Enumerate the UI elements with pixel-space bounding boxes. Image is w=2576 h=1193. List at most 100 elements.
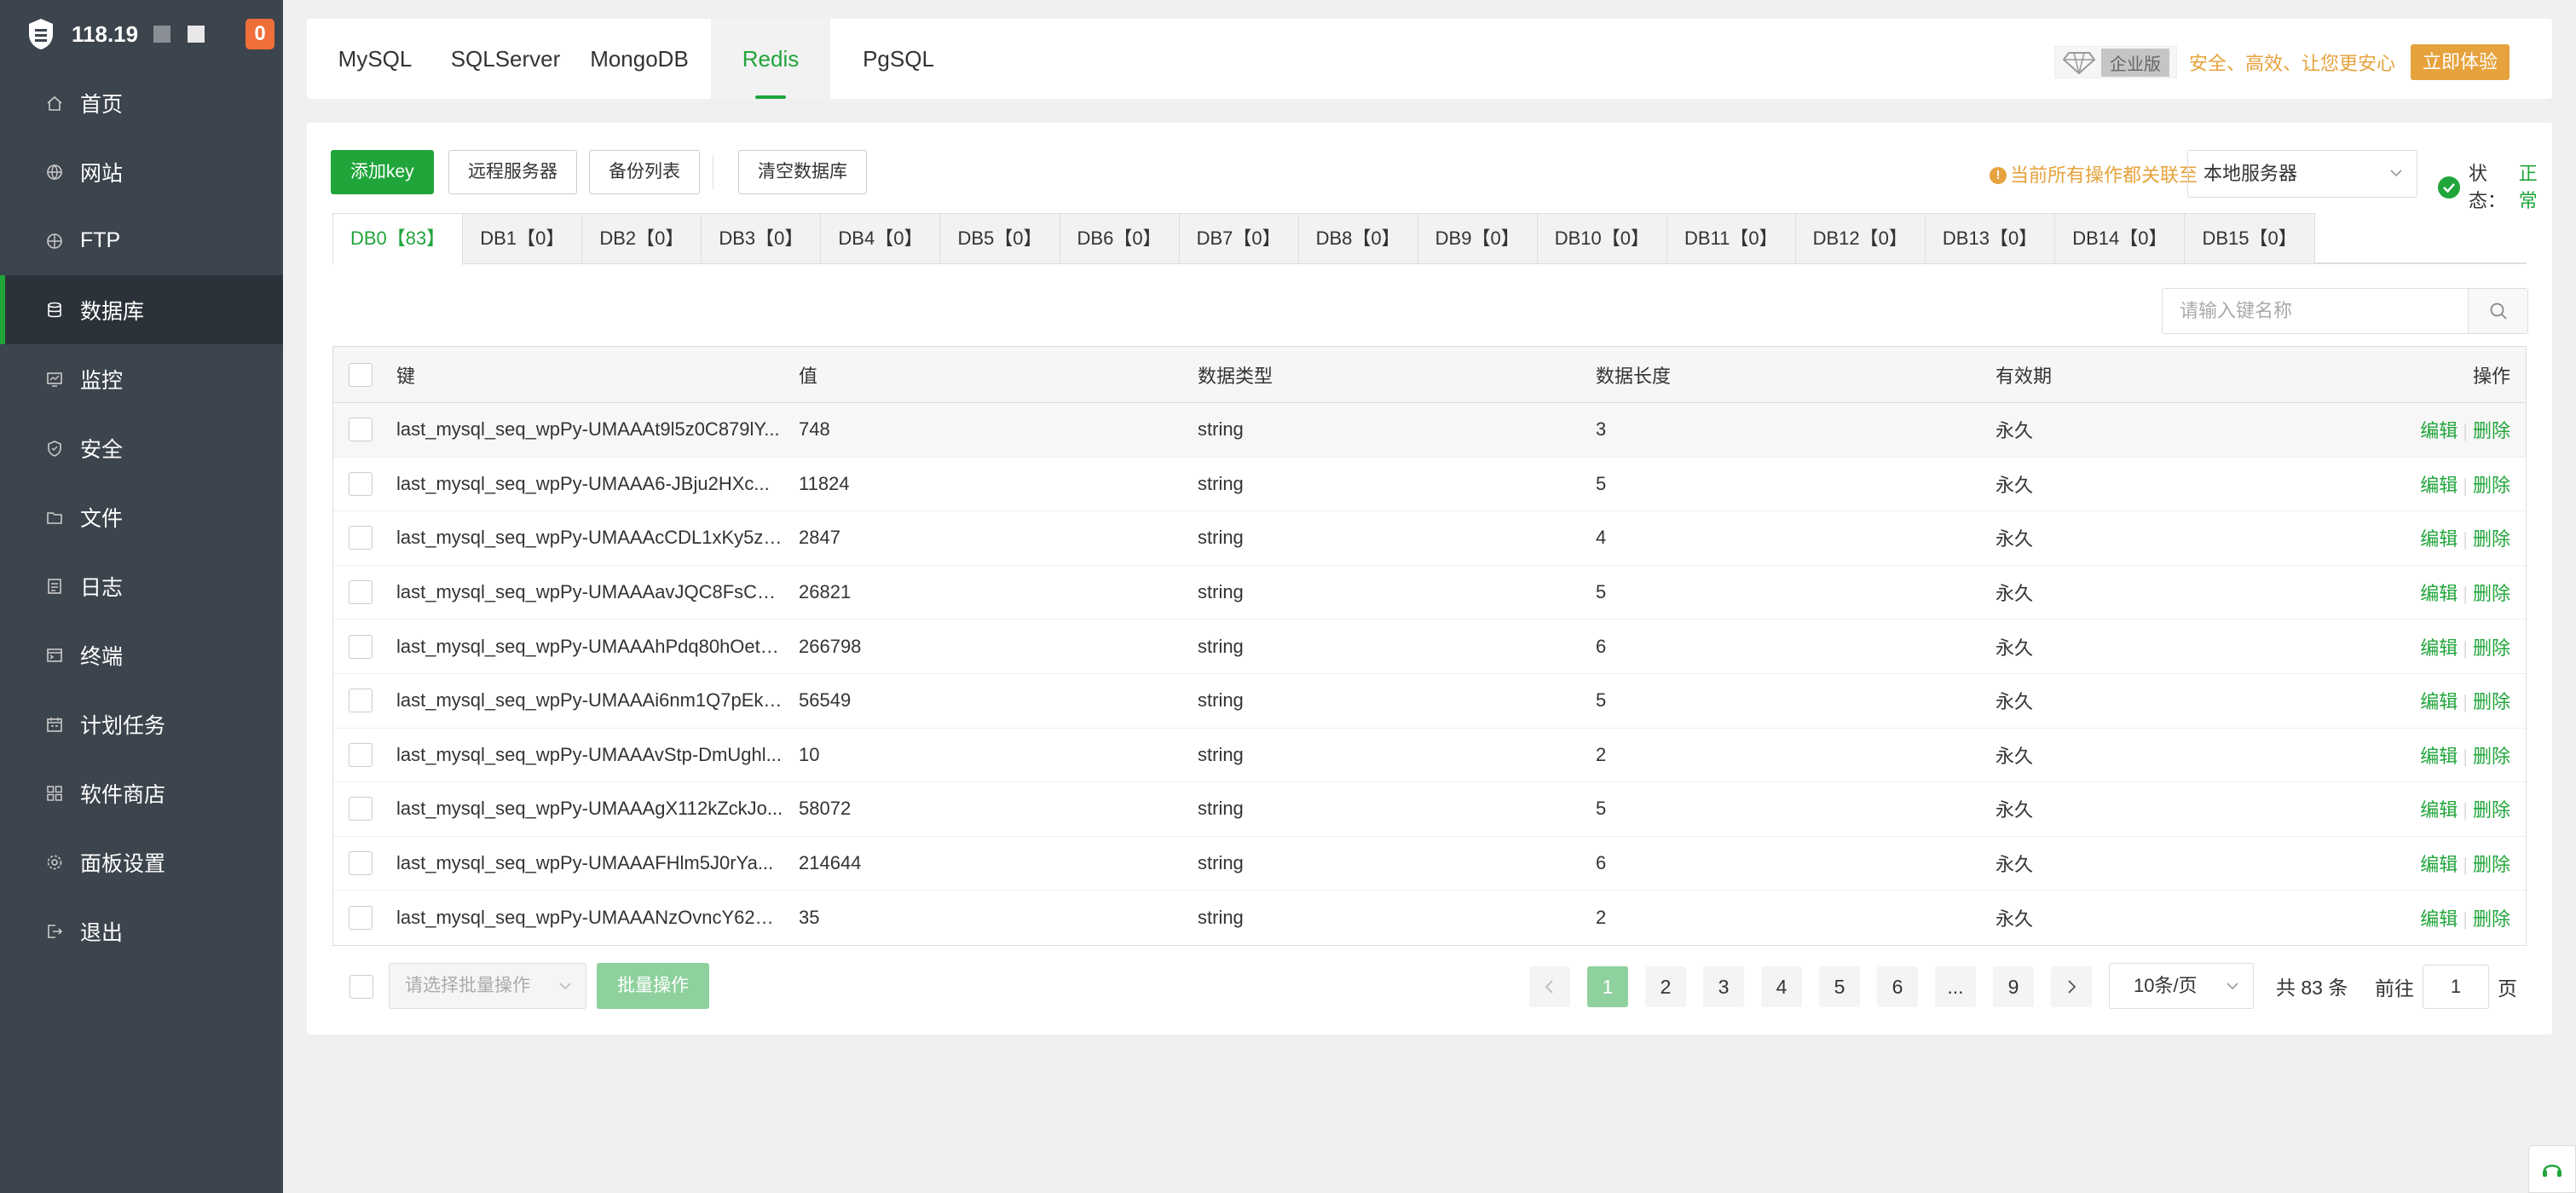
status-label: 状态： [2469, 163, 2507, 211]
tab-db0[interactable]: DB0【83】 [332, 213, 464, 266]
key-search [2162, 288, 2528, 334]
page-button[interactable]: 3 [1703, 966, 1744, 1007]
tab-db7[interactable]: DB7【0】 [1179, 213, 1299, 264]
goto-page-input[interactable] [2423, 965, 2489, 1009]
tab-mysql[interactable]: MySQL [307, 19, 443, 99]
page-button[interactable]: 2 [1645, 966, 1686, 1007]
tab-db10[interactable]: DB10【0】 [1537, 213, 1667, 264]
edit-link[interactable]: 编辑 [2420, 583, 2458, 604]
row-checkbox[interactable] [349, 742, 373, 767]
try-enterprise-button[interactable]: 立即体验 [2410, 44, 2510, 80]
delete-link[interactable]: 删除 [2473, 854, 2510, 875]
diamond-icon [2062, 52, 2096, 75]
tab-db4[interactable]: DB4【0】 [821, 213, 941, 264]
sidebar-item-7[interactable]: 日志 [0, 551, 283, 620]
tab-db14[interactable]: DB14【0】 [2055, 213, 2186, 264]
tab-db8[interactable]: DB8【0】 [1298, 213, 1418, 264]
tab-db6[interactable]: DB6【0】 [1060, 213, 1180, 264]
sidebar-item-12[interactable]: 退出 [0, 896, 283, 965]
next-page-button[interactable] [2051, 966, 2092, 1007]
sidebar-item-2[interactable]: FTP [0, 206, 283, 275]
edit-link[interactable]: 编辑 [2420, 691, 2458, 712]
edit-link[interactable]: 编辑 [2420, 420, 2458, 441]
sidebar-item-label: 数据库 [80, 299, 145, 324]
row-checkbox[interactable] [349, 906, 373, 931]
sidebar-item-8[interactable]: 终端 [0, 620, 283, 689]
clear-database-button[interactable]: 清空数据库 [738, 150, 867, 194]
sidebar-item-3[interactable]: 数据库 [0, 275, 283, 344]
delete-link[interactable]: 删除 [2473, 746, 2510, 767]
page-ellipsis[interactable]: ... [1935, 966, 1976, 1007]
edit-link[interactable]: 编辑 [2420, 854, 2458, 875]
select-all-checkbox[interactable] [349, 362, 373, 387]
row-checkbox[interactable] [349, 526, 373, 550]
page-button[interactable]: 4 [1761, 966, 1802, 1007]
status-value: 正常 [2518, 163, 2538, 211]
delete-link[interactable]: 删除 [2473, 528, 2510, 550]
delete-link[interactable]: 删除 [2473, 637, 2510, 659]
row-checkbox[interactable] [349, 689, 373, 713]
tab-db12[interactable]: DB12【0】 [1795, 213, 1926, 264]
table-row: last_mysql_seq_wpPy-UMAAAi6nm1Q7pEk3... 5… [333, 674, 2526, 729]
batch-operation-button[interactable]: 批量操作 [597, 963, 709, 1009]
sidebar-item-5[interactable]: 安全 [0, 413, 283, 482]
tab-db1[interactable]: DB1【0】 [463, 213, 583, 264]
tab-db13[interactable]: DB13【0】 [1925, 213, 2056, 264]
search-button[interactable] [2468, 289, 2527, 333]
backup-list-button[interactable]: 备份列表 [589, 150, 700, 194]
tab-db2[interactable]: DB2【0】 [582, 213, 702, 264]
tab-mongodb[interactable]: MongoDB [568, 19, 711, 99]
page-button[interactable]: 1 [1587, 966, 1628, 1007]
row-checkbox[interactable] [349, 418, 373, 442]
edit-link[interactable]: 编辑 [2420, 746, 2458, 767]
batch-operation-select[interactable]: 请选择批量操作 [389, 963, 586, 1009]
tab-sqlserver[interactable]: SQLServer [443, 19, 568, 99]
tab-db5[interactable]: DB5【0】 [940, 213, 1060, 264]
delete-link[interactable]: 删除 [2473, 583, 2510, 604]
delete-link[interactable]: 删除 [2473, 799, 2510, 821]
cell-key: last_mysql_seq_wpPy-UMAAAcCDL1xKy5z8... [396, 527, 789, 549]
row-checkbox[interactable] [349, 580, 373, 605]
add-key-button[interactable]: 添加key [331, 150, 434, 194]
tab-db9[interactable]: DB9【0】 [1418, 213, 1538, 264]
tab-db11[interactable]: DB11【0】 [1666, 213, 1796, 264]
delete-link[interactable]: 删除 [2473, 420, 2510, 441]
batch-select-checkbox[interactable] [349, 975, 373, 999]
row-checkbox[interactable] [349, 471, 373, 496]
row-checkbox[interactable] [349, 797, 373, 821]
prev-page-button[interactable] [1529, 966, 1570, 1007]
edit-link[interactable]: 编辑 [2420, 528, 2458, 550]
row-checkbox[interactable] [349, 634, 373, 659]
edit-link[interactable]: 编辑 [2420, 637, 2458, 659]
sidebar-item-10[interactable]: 软件商店 [0, 758, 283, 827]
batch-select-placeholder: 请选择批量操作 [405, 976, 530, 995]
cell-length: 5 [1596, 689, 1607, 712]
op-divider: | [2463, 908, 2468, 931]
notification-badge[interactable]: 0 [245, 19, 274, 49]
tab-db15[interactable]: DB15【0】 [2185, 213, 2315, 264]
row-checkbox[interactable] [349, 851, 373, 876]
key-search-input[interactable] [2163, 289, 2468, 333]
page-size-select[interactable]: 10条/页 [2109, 963, 2254, 1009]
sidebar-item-6[interactable]: 文件 [0, 482, 283, 551]
sidebar-item-4[interactable]: 监控 [0, 344, 283, 413]
page-button[interactable]: 5 [1819, 966, 1860, 1007]
delete-link[interactable]: 删除 [2473, 908, 2510, 930]
sidebar-item-11[interactable]: 面板设置 [0, 827, 283, 896]
remote-server-button[interactable]: 远程服务器 [448, 150, 577, 194]
sidebar-item-1[interactable]: 网站 [0, 137, 283, 206]
sidebar-item-9[interactable]: 计划任务 [0, 689, 283, 758]
tab-db3[interactable]: DB3【0】 [702, 213, 822, 264]
sidebar-item-0[interactable]: 首页 [0, 68, 283, 137]
page-button[interactable]: 9 [1993, 966, 2034, 1007]
server-select[interactable]: 本地服务器 [2187, 150, 2417, 198]
edit-link[interactable]: 编辑 [2420, 799, 2458, 821]
tab-pgsql[interactable]: PgSQL [830, 19, 967, 99]
tab-redis[interactable]: Redis [711, 19, 830, 99]
delete-link[interactable]: 删除 [2473, 475, 2510, 496]
delete-link[interactable]: 删除 [2473, 691, 2510, 712]
customer-service-button[interactable] [2528, 1145, 2576, 1193]
edit-link[interactable]: 编辑 [2420, 475, 2458, 496]
page-button[interactable]: 6 [1877, 966, 1918, 1007]
edit-link[interactable]: 编辑 [2420, 908, 2458, 930]
